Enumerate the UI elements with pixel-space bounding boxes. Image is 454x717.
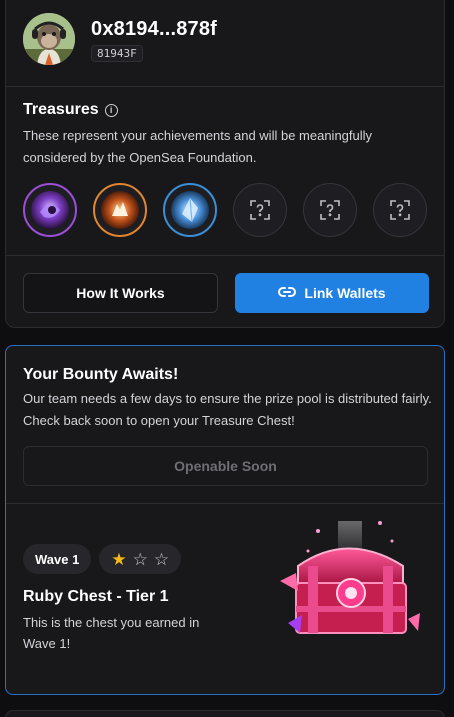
info-icon[interactable]: i <box>104 103 118 117</box>
locked-badge-icon[interactable] <box>233 183 287 237</box>
chest-description: This is the chest you earned in Wave 1! <box>23 615 200 651</box>
treasure-badges <box>23 183 427 237</box>
treasures-title: Treasures <box>23 101 99 118</box>
monkey-avatar-icon[interactable] <box>23 13 75 65</box>
locked-badge-icon[interactable] <box>373 183 427 237</box>
wave-badge: Wave 1 <box>23 544 92 574</box>
next-card <box>5 710 445 717</box>
how-it-works-button[interactable]: How It Works <box>23 273 218 313</box>
purple-shell-badge[interactable] <box>23 183 77 237</box>
star-empty-icon: ☆ <box>132 549 148 569</box>
orange-flame-badge[interactable] <box>93 183 147 237</box>
blue-crystal-badge[interactable] <box>163 183 217 237</box>
wallet-address-block: 0x8194...878f 81943F <box>91 17 217 62</box>
bounty-title: Your Bounty Awaits! <box>23 366 179 383</box>
bounty-description: Our team needs a few days to ensure the … <box>23 391 432 428</box>
locked-badge-icon[interactable] <box>303 183 357 237</box>
wallet-tag: 81943F <box>91 44 143 62</box>
ruby-chest-icon <box>268 511 428 661</box>
divider <box>6 503 444 504</box>
tier-stars: ★ ☆ ☆ <box>99 544 182 574</box>
wallet-address[interactable]: 0x8194...878f <box>91 17 217 41</box>
link-wallets-button[interactable]: Link Wallets <box>235 273 429 313</box>
profile-card: 0x8194...878f 81943F Treasures i These r… <box>5 0 445 328</box>
link-wallets-label: Link Wallets <box>304 285 386 301</box>
openable-soon-button[interactable]: Openable Soon <box>23 446 428 486</box>
chest-title: Ruby Chest - Tier 1 <box>23 588 169 605</box>
bounty-card: Your Bounty Awaits! Our team needs a few… <box>5 345 445 695</box>
treasures-description: These represent your achievements and wi… <box>23 128 373 165</box>
profile-header: 0x8194...878f 81943F <box>23 13 217 65</box>
treasures-heading: Treasures i <box>23 101 118 119</box>
star-empty-icon: ☆ <box>153 549 170 569</box>
chest-meta: Wave 1 ★ ☆ ☆ <box>23 544 182 574</box>
divider <box>6 255 444 256</box>
divider <box>6 86 444 87</box>
link-icon <box>278 285 297 301</box>
star-filled-icon: ★ <box>111 549 127 569</box>
